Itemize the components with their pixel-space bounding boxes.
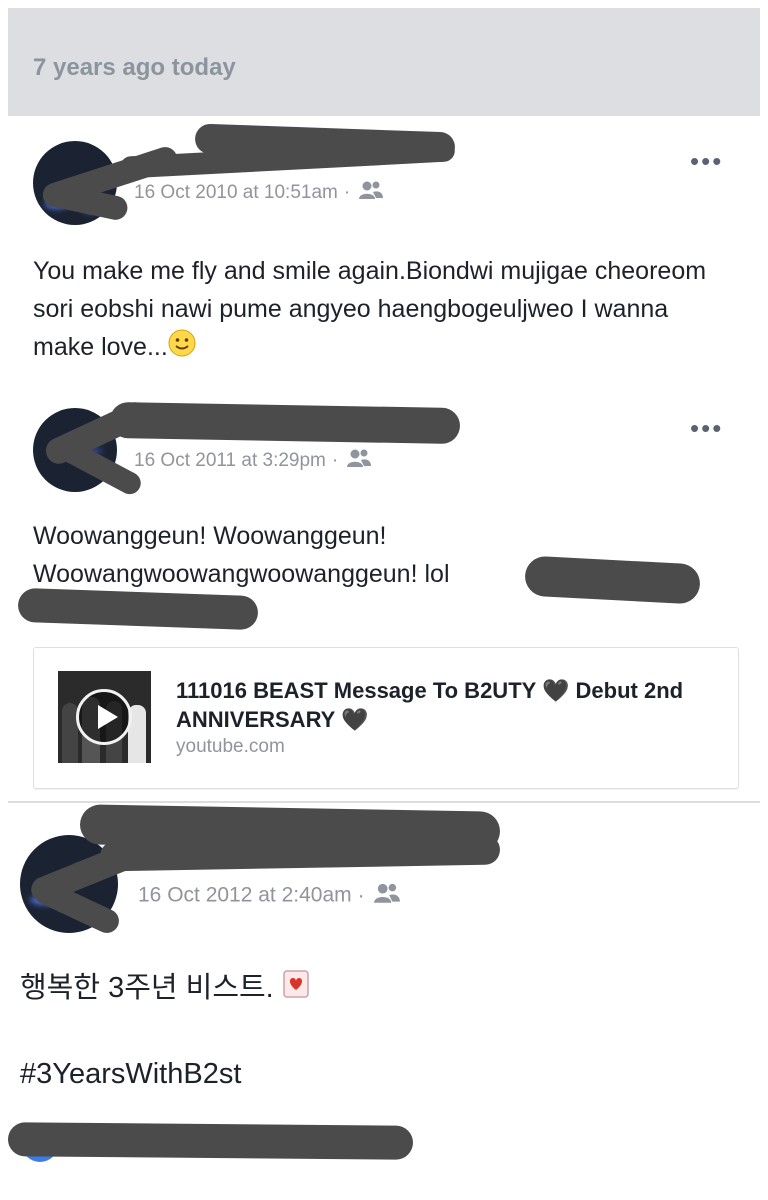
link-domain: youtube.com (176, 736, 285, 757)
slightly-smiling-face-icon (168, 329, 196, 368)
redaction-mark (7, 1122, 414, 1160)
redaction-mark (99, 834, 501, 872)
post-meta: 16 Oct 2010 at 10:51am · (134, 180, 384, 206)
meta-separator: · (331, 450, 339, 472)
post-meta: 16 Oct 2011 at 3:29pm · (134, 448, 372, 474)
more-options-button[interactable]: ••• (690, 415, 723, 441)
friends-icon (346, 448, 372, 474)
redaction-mark (524, 555, 701, 605)
redaction-mark (17, 587, 259, 631)
post-body: 행복한 3주년 비스트. (20, 972, 274, 1004)
memories-header: 7 years ago today (8, 8, 760, 116)
post-timestamp[interactable]: 16 Oct 2010 at 10:51am (134, 182, 338, 203)
video-thumbnail[interactable] (58, 671, 151, 763)
friends-icon (358, 180, 384, 206)
love-letter-icon (282, 969, 310, 1010)
post-timestamp[interactable]: 16 Oct 2011 at 3:29pm (134, 450, 326, 471)
post-text: Woowanggeun! Woowanggeun! Woowangwoowang… (33, 522, 450, 588)
redaction-mark (109, 401, 461, 445)
meta-separator: · (343, 182, 351, 204)
link-title[interactable]: 111016 BEAST Message To B2UTY 🖤 Debut 2n… (176, 676, 716, 734)
hashtag-link[interactable]: #3YearsWithB2st (20, 1054, 241, 1094)
link-preview-card[interactable]: 111016 BEAST Message To B2UTY 🖤 Debut 2n… (33, 647, 739, 789)
post-body: You make me fly and smile again.Biondwi … (33, 257, 707, 361)
more-options-button[interactable]: ••• (690, 148, 723, 174)
meta-separator: · (357, 883, 365, 907)
post-timestamp[interactable]: 16 Oct 2012 at 2:40am (138, 884, 352, 907)
friends-icon (373, 882, 401, 910)
post-divider (8, 801, 760, 803)
memories-title: 7 years ago today (33, 54, 236, 81)
post-text: You make me fly and smile again.Biondwi … (33, 252, 733, 368)
post-text: 행복한 3주년 비스트. (20, 968, 310, 1010)
post-meta: 16 Oct 2012 at 2:40am · (138, 882, 401, 910)
play-icon[interactable] (76, 689, 132, 745)
